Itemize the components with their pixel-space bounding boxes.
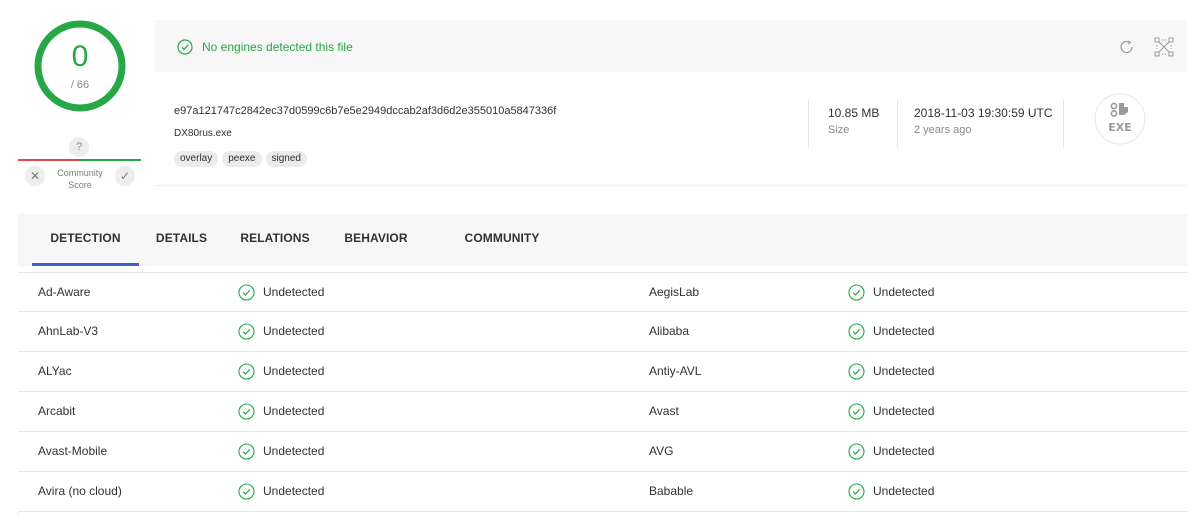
detection-table: Ad-Aware Undetected AegisLab Undetected AhnL… — [18, 272, 1187, 512]
engine-name: Avast — [649, 404, 679, 418]
tab-behavior[interactable]: BEHAVIOR — [336, 214, 416, 266]
check-circle-icon — [848, 284, 865, 301]
reload-icon[interactable] — [1118, 38, 1136, 56]
engine-name: Ad-Aware — [38, 285, 91, 299]
engine-name: Avira (no cloud) — [38, 484, 122, 498]
result-text: Undetected — [263, 364, 325, 378]
result-text: Undetected — [873, 285, 935, 299]
expand-icon[interactable] — [1153, 36, 1175, 58]
community-score-bar — [18, 159, 141, 161]
banner-message: No engines detected this file — [202, 40, 353, 54]
check-circle-icon — [238, 443, 255, 460]
check-circle-icon — [848, 323, 865, 340]
detection-result: Undetected — [848, 472, 934, 511]
detection-banner: No engines detected this file — [155, 20, 1187, 72]
engine-name: AVG — [649, 444, 674, 458]
detection-result: Undetected — [848, 392, 934, 431]
engine-name: Alibaba — [649, 324, 690, 338]
check-circle-icon — [238, 323, 255, 340]
community-score-value: ? — [69, 137, 89, 157]
detection-result: Undetected — [238, 392, 324, 431]
table-row: Ad-Aware Undetected AegisLab Undetected — [18, 272, 1187, 312]
detection-result: Undetected — [848, 312, 934, 351]
divider — [897, 100, 898, 149]
exe-file-icon: EXE — [1094, 93, 1146, 145]
result-text: Undetected — [873, 444, 935, 458]
tab-bar: DETECTION DETAILS RELATIONS BEHAVIOR COM… — [18, 214, 1187, 266]
divider — [808, 100, 809, 149]
result-text: Undetected — [263, 484, 325, 498]
table-row: Avast-Mobile Undetected AVG Undetected — [18, 432, 1187, 472]
tab-detection[interactable]: DETECTION — [32, 214, 139, 266]
file-name: DX80rus.exe — [174, 128, 232, 139]
tab-details[interactable]: DETAILS — [148, 214, 215, 266]
engine-name: AhnLab-V3 — [38, 324, 99, 338]
file-date-label: 2 years ago — [914, 124, 972, 136]
detection-score-total: / 66 — [70, 79, 90, 91]
tab-relations[interactable]: RELATIONS — [234, 214, 316, 266]
check-circle-icon — [848, 363, 865, 380]
detection-result: Undetected — [238, 432, 324, 471]
detection-result: Undetected — [238, 312, 324, 351]
file-size-label: Size — [828, 124, 850, 136]
result-text: Undetected — [263, 285, 325, 299]
file-info-panel: e97a121747c2842ec37d0599c6b7e5e2949dccab… — [155, 72, 1187, 186]
file-type-label: EXE — [1108, 121, 1132, 134]
result-text: Undetected — [263, 404, 325, 418]
detection-result: Undetected — [238, 472, 324, 511]
result-text: Undetected — [263, 444, 325, 458]
tag-overlay[interactable]: overlay — [174, 151, 219, 167]
result-text: Undetected — [263, 324, 325, 338]
tag-signed[interactable]: signed — [265, 151, 307, 167]
engine-name: Avast-Mobile — [38, 444, 108, 458]
file-tags: overlay peexe signed — [174, 151, 307, 167]
table-row: Arcabit Undetected Avast Undetected — [18, 392, 1187, 432]
table-row-partial — [18, 512, 1187, 516]
result-text: Undetected — [873, 484, 935, 498]
detection-result: Undetected — [238, 273, 324, 312]
check-circle-icon — [177, 39, 193, 55]
engine-name: Antiy-AVL — [649, 364, 702, 378]
table-row: AhnLab-V3 Undetected Alibaba Undetected — [18, 312, 1187, 352]
detection-result: Undetected — [848, 352, 934, 391]
detection-result: Undetected — [848, 432, 934, 471]
tab-community[interactable]: COMMUNITY — [454, 214, 550, 266]
file-hash[interactable]: e97a121747c2842ec37d0599c6b7e5e2949dccab… — [174, 105, 556, 117]
engine-name: Arcabit — [38, 404, 76, 418]
file-size-value: 10.85 MB — [828, 106, 880, 120]
result-text: Undetected — [873, 404, 935, 418]
result-text: Undetected — [873, 324, 935, 338]
table-row: ALYac Undetected Antiy-AVL Undetected — [18, 352, 1187, 392]
community-score-label: Community Score — [57, 168, 103, 190]
check-icon[interactable]: ✓ — [115, 166, 135, 186]
engine-name: Babable — [649, 484, 694, 498]
table-row: Avira (no cloud) Undetected Babable Undetec… — [18, 472, 1187, 512]
engine-name: ALYac — [38, 364, 72, 378]
x-icon[interactable]: ✕ — [25, 166, 45, 186]
detection-score-value: 0 — [71, 40, 89, 73]
check-circle-icon — [848, 443, 865, 460]
divider — [1063, 100, 1064, 149]
result-text: Undetected — [873, 364, 935, 378]
check-circle-icon — [238, 284, 255, 301]
check-circle-icon — [238, 483, 255, 500]
detection-result: Undetected — [848, 273, 934, 312]
tag-peexe[interactable]: peexe — [222, 151, 262, 167]
detection-result: Undetected — [238, 352, 324, 391]
check-circle-icon — [238, 403, 255, 420]
check-circle-icon — [848, 403, 865, 420]
file-date-value: 2018-11-03 19:30:59 UTC — [914, 106, 1053, 120]
engine-name: AegisLab — [649, 285, 700, 299]
check-circle-icon — [238, 363, 255, 380]
check-circle-icon — [848, 483, 865, 500]
